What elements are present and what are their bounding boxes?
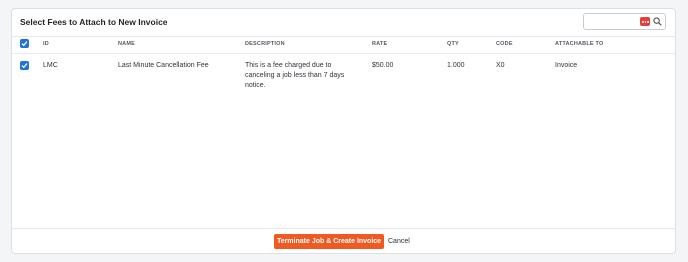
- more-options-icon[interactable]: [640, 17, 650, 26]
- modal-title: Select Fees to Attach to New Invoice: [20, 17, 168, 27]
- modal-header: Select Fees to Attach to New Invoice: [12, 9, 675, 37]
- cell-id: LMC: [43, 62, 58, 69]
- check-icon: [21, 63, 28, 69]
- column-header-id: ID: [43, 41, 49, 47]
- cell-description: This is a fee charged due to canceling a…: [245, 62, 345, 89]
- column-header-rate: RATE: [372, 41, 388, 47]
- terminate-job-create-invoice-button[interactable]: Terminate Job & Create Invoice: [274, 234, 384, 249]
- cell-qty: 1.000: [447, 62, 465, 69]
- search-box[interactable]: [583, 13, 666, 30]
- cancel-button[interactable]: Cancel: [388, 234, 410, 249]
- column-header-name: NAME: [118, 41, 135, 47]
- check-icon: [21, 41, 28, 47]
- row-checkbox[interactable]: [20, 61, 29, 70]
- select-fees-modal: Select Fees to Attach to New Invoice ID …: [11, 8, 676, 254]
- cell-rate: $50.00: [372, 62, 394, 69]
- column-header-attachable-to: ATTACHABLE TO: [555, 41, 604, 47]
- column-header-description: DESCRIPTION: [245, 41, 285, 47]
- modal-footer: Terminate Job & Create Invoice Cancel: [12, 228, 675, 253]
- search-input[interactable]: [587, 16, 641, 27]
- column-header-qty: QTY: [447, 41, 459, 47]
- cell-name: Last Minute Cancellation Fee: [118, 62, 209, 69]
- cell-code: X0: [496, 62, 505, 69]
- column-header-code: CODE: [496, 41, 513, 47]
- search-icon[interactable]: [653, 17, 662, 26]
- select-all-checkbox[interactable]: [20, 39, 29, 48]
- header-divider: [12, 53, 675, 54]
- cell-attachable-to: Invoice: [555, 62, 578, 69]
